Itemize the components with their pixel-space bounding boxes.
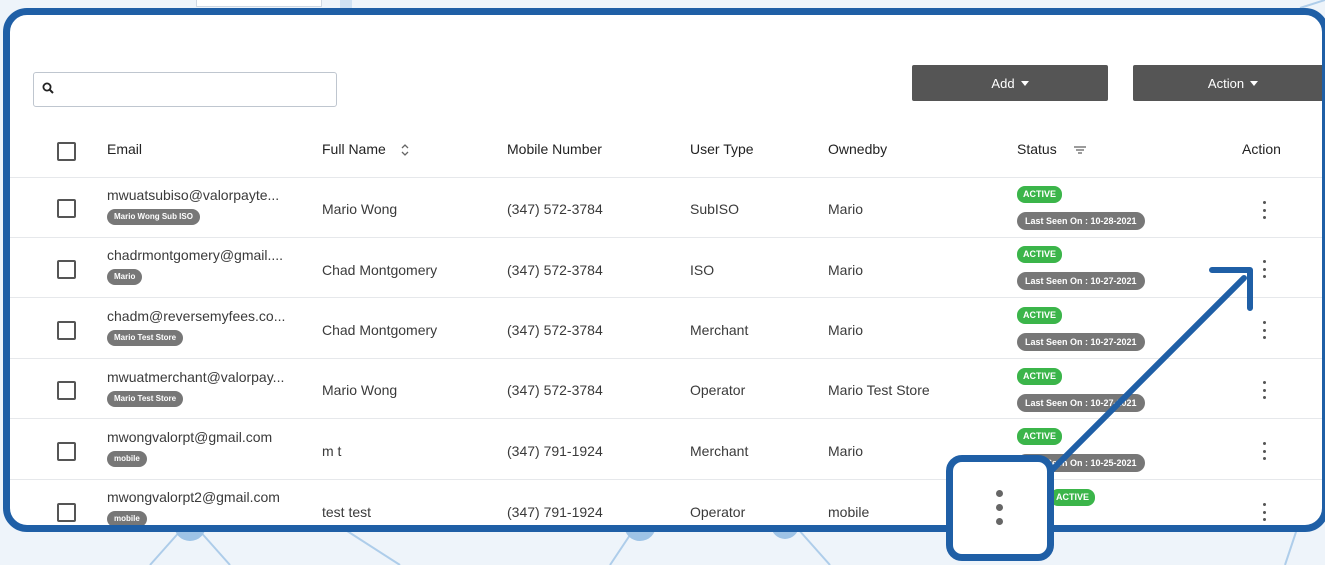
user-type-cell: Merchant [690, 443, 749, 459]
row-checkbox[interactable] [57, 260, 76, 279]
mobile-cell: (347) 572-3784 [507, 262, 603, 278]
kebab-menu-icon [996, 490, 1003, 525]
mobile-cell: (347) 572-3784 [507, 201, 603, 217]
kebab-menu-icon[interactable] [1261, 321, 1267, 339]
mobile-cell: (347) 572-3784 [507, 382, 603, 398]
status-badge: ACTIVE [1017, 246, 1063, 263]
caret-down-icon [1250, 80, 1259, 86]
owner-tag: Mario Test Store [107, 391, 184, 407]
header-status[interactable]: Status [1017, 141, 1087, 157]
user-type-cell: Operator [690, 504, 746, 520]
full-name-cell: m t [322, 443, 342, 459]
divider [10, 297, 1322, 298]
last-seen-badge: Last Seen On : 10-28-2021 [1017, 212, 1145, 230]
header-ownedby[interactable]: Ownedby [828, 141, 887, 157]
divider [10, 418, 1322, 419]
mobile-cell: (347) 791-1924 [507, 443, 603, 459]
email-cell: mwuatsubiso@valorpayte... [107, 187, 280, 203]
mobile-cell: (347) 791-1924 [507, 504, 603, 520]
ownedby-cell: Mario [828, 262, 864, 278]
action-button[interactable]: Action [1133, 65, 1322, 101]
user-type-cell: Operator [690, 382, 746, 398]
header-status-label: Status [1017, 141, 1057, 157]
status-badge: ACTIVE [1017, 186, 1063, 203]
row-checkbox[interactable] [57, 381, 76, 400]
top-tab-fragment [196, 0, 322, 7]
ownedby-cell: Mario [828, 322, 864, 338]
full-name-cell: Chad Montgomery [322, 262, 438, 278]
full-name-cell: Mario Wong [322, 201, 398, 217]
select-all-checkbox[interactable] [57, 142, 76, 161]
user-type-cell: ISO [690, 262, 715, 278]
last-seen-badge: Last Seen On : 10-27-2021 [1017, 394, 1145, 412]
owner-tag: mobile [107, 511, 147, 525]
header-email[interactable]: Email [107, 141, 142, 157]
ownedby-cell: Mario [828, 201, 864, 217]
owner-tag: Mario Wong Sub ISO [107, 209, 200, 225]
full-name-cell: test test [322, 504, 372, 520]
header-full-name[interactable]: Full Name [322, 141, 410, 157]
user-type-cell: SubISO [690, 201, 740, 217]
status-badge: ACTIVE [1017, 307, 1063, 324]
row-checkbox[interactable] [57, 321, 76, 340]
last-seen-badge: Last Seen On : 10-27-2021 [1017, 333, 1145, 351]
user-type-cell: Merchant [690, 322, 749, 338]
kebab-menu-icon[interactable] [1261, 201, 1267, 219]
caret-down-icon [1020, 80, 1029, 86]
sort-icon[interactable] [400, 143, 410, 157]
mobile-cell: (347) 572-3784 [507, 322, 603, 338]
row-checkbox[interactable] [57, 199, 76, 218]
add-button[interactable]: Add [912, 65, 1108, 101]
filter-icon[interactable] [1073, 145, 1087, 155]
row-checkbox[interactable] [57, 442, 76, 461]
zoomed-kebab-callout [946, 455, 1054, 561]
search-field[interactable] [60, 77, 332, 101]
last-seen-badge: Last Seen On : 10-27-2021 [1017, 272, 1145, 290]
email-cell: mwongvalorpt@gmail.com [107, 429, 273, 445]
kebab-menu-icon[interactable] [1261, 503, 1267, 521]
header-user-type[interactable]: User Type [690, 141, 754, 157]
divider [10, 177, 1322, 178]
header-mobile-number[interactable]: Mobile Number [507, 141, 602, 157]
search-input[interactable] [33, 72, 337, 107]
full-name-cell: Mario Wong [322, 382, 398, 398]
owner-tag: mobile [107, 451, 147, 467]
status-badge: ACTIVE [1050, 489, 1096, 506]
row-checkbox[interactable] [57, 503, 76, 522]
status-badge: ACTIVE [1017, 368, 1063, 385]
email-cell: mwuatmerchant@valorpay... [107, 369, 285, 385]
action-button-label: Action [1207, 75, 1245, 91]
divider [10, 479, 1322, 480]
add-button-label: Add [991, 75, 1015, 91]
kebab-menu-icon[interactable] [1261, 442, 1267, 460]
header-action: Action [1242, 141, 1281, 157]
ownedby-cell: Mario [828, 443, 864, 459]
owner-tag: Mario [107, 269, 143, 285]
status-badge: ACTIVE [1017, 428, 1063, 445]
kebab-menu-icon[interactable] [1261, 381, 1267, 399]
divider [10, 237, 1322, 238]
kebab-menu-icon[interactable] [1261, 260, 1267, 278]
email-cell: mwongvalorpt2@gmail.com [107, 489, 280, 505]
header-full-name-label: Full Name [322, 141, 386, 157]
ownedby-cell: Mario Test Store [828, 382, 930, 398]
ownedby-cell: mobile [828, 504, 870, 520]
users-table-panel: Add Action Email Full Name Mobile Number… [3, 8, 1325, 532]
search-icon [42, 82, 54, 94]
email-cell: chadrmontgomery@gmail.... [107, 247, 284, 263]
email-cell: chadm@reversemyfees.co... [107, 308, 286, 324]
owner-tag: Mario Test Store [107, 330, 184, 346]
divider [10, 358, 1322, 359]
full-name-cell: Chad Montgomery [322, 322, 438, 338]
